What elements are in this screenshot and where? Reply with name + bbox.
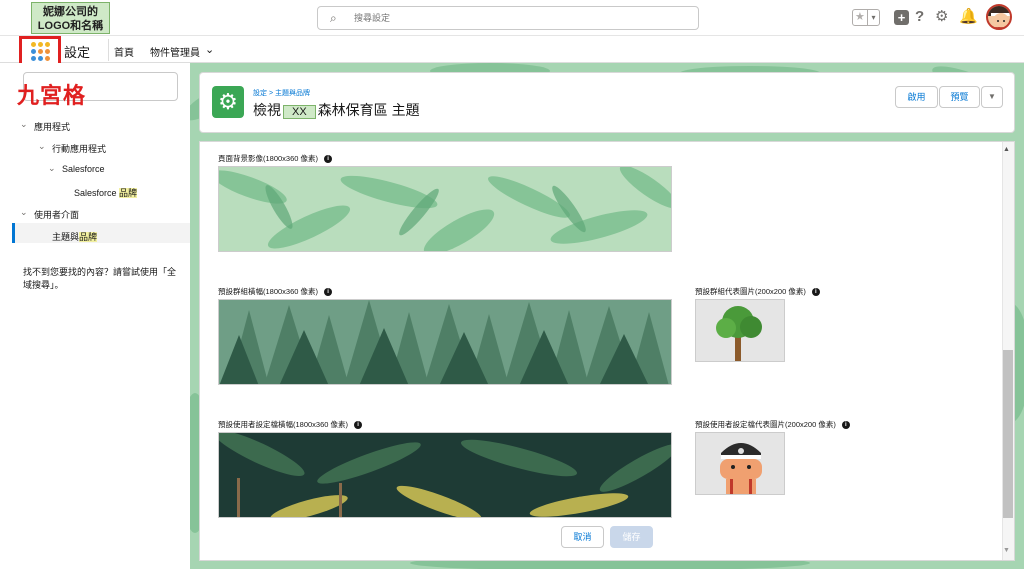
breadcrumb-themes-branding[interactable]: 主題與品牌 (275, 90, 310, 97)
app-name: 設定 (64, 45, 91, 60)
preview-button[interactable]: 預覽 (939, 86, 980, 108)
field-label: 預設使用者設定檔橫幅(1800x360 像素) (218, 420, 349, 429)
sidebar-item-apps[interactable]: 應用程式 (34, 120, 70, 133)
chevron-down-icon[interactable]: ⌄ (205, 43, 214, 56)
breadcrumb-setup[interactable]: 設定 (253, 90, 267, 97)
tab-home[interactable]: 首頁 (114, 44, 134, 59)
enable-button[interactable]: 啟用 (895, 86, 938, 108)
bell-icon[interactable]: 🔔 (959, 9, 978, 25)
sidebar-item-mobile-apps[interactable]: 行動應用程式 (52, 142, 106, 155)
field-label: 頁面背景影像(1800x360 像素) (218, 154, 319, 163)
chevron-down-icon[interactable]: ⌄ (20, 119, 28, 130)
search-highlight: 品牌 (119, 188, 138, 198)
setup-sidebar (0, 63, 190, 569)
chevron-down-icon[interactable]: ⌄ (38, 141, 46, 152)
star-icon: ★ (855, 11, 865, 23)
field-label: 預設群組橫幅(1800x360 像素) (218, 287, 319, 296)
page-background-image[interactable] (218, 166, 672, 252)
favorites-button[interactable]: ★ ▾ (852, 9, 880, 26)
scroll-down-icon[interactable]: ▼ (1003, 547, 1010, 554)
field-profile-banner: 預設使用者設定檔橫幅(1800x360 像素) i (218, 419, 363, 430)
field-group-avatar: 預設群組代表圖片(200x200 像素) i (695, 286, 820, 297)
help-icon[interactable]: ? (915, 9, 924, 25)
profile-avatar-image[interactable] (695, 432, 785, 495)
tab-object-manager[interactable]: 物件管理員 (150, 44, 200, 59)
selected-item-highlight (12, 223, 190, 243)
cancel-button[interactable]: 取消 (561, 526, 604, 548)
search-input[interactable] (354, 10, 654, 26)
waffle-annotation: 九宮格 (17, 83, 87, 108)
search-highlight: 品牌 (79, 232, 98, 242)
user-avatar[interactable] (986, 4, 1012, 30)
info-icon[interactable]: i (354, 421, 363, 430)
page-title: 檢視 XX 森林保育區 主題 (253, 100, 420, 120)
plus-icon: + (897, 10, 906, 25)
search-icon: ⌕ (330, 11, 337, 25)
field-page-background: 頁面背景影像(1800x360 像素) i (218, 153, 333, 164)
app-launcher-button[interactable] (19, 36, 61, 66)
info-icon[interactable]: i (324, 288, 333, 297)
more-actions-button[interactable]: ▼ (981, 86, 1003, 108)
save-button[interactable]: 儲存 (610, 526, 653, 548)
profile-banner-image[interactable] (218, 432, 672, 518)
logo-line-2: LOGO和名稱 (37, 20, 104, 32)
sidebar-item-themes-branding[interactable]: 主題與品牌 (52, 230, 98, 243)
global-actions-button[interactable]: + (894, 10, 909, 25)
info-icon[interactable]: i (841, 421, 850, 430)
breadcrumb: 設定 > 主題與品牌 (253, 88, 310, 98)
logo-line-1: 妮娜公司的 (43, 6, 98, 18)
sidebar-item-label: Salesforce (74, 188, 120, 198)
info-icon[interactable]: i (324, 155, 333, 164)
sidebar-item-label: 主題與 (52, 232, 80, 242)
gear-icon: ⚙ (212, 86, 244, 118)
redacted-name-badge: XX (283, 105, 316, 119)
setup-search[interactable]: ⌕ (317, 6, 699, 30)
scroll-up-icon[interactable]: ▲ (1003, 146, 1010, 153)
global-search-hint: 找不到您要找的內容？請嘗試使用「全域搜尋」。 (23, 267, 177, 290)
scrollbar-thumb[interactable] (1003, 350, 1013, 518)
field-label: 預設使用者設定檔代表圖片(200x200 像素) (695, 420, 836, 429)
info-icon[interactable]: i (811, 288, 820, 297)
page-title-suffix: 森林保育區 主題 (317, 102, 420, 118)
group-banner-image[interactable] (218, 299, 672, 385)
gear-icon[interactable]: ⚙ (935, 9, 948, 25)
sidebar-item-salesforce[interactable]: Salesforce (62, 164, 105, 174)
field-group-banner: 預設群組橫幅(1800x360 像素) i (218, 286, 333, 297)
group-avatar-image[interactable] (695, 299, 785, 362)
nav-divider (108, 39, 109, 61)
chevron-down-icon: ▼ (988, 92, 996, 101)
page-title-prefix: 檢視 (253, 102, 281, 118)
favorites-dropdown-icon[interactable]: ▾ (867, 10, 879, 25)
breadcrumb-separator: > (267, 90, 275, 97)
company-logo[interactable]: 妮娜公司的 LOGO和名稱 (31, 2, 110, 34)
field-label: 預設群組代表圖片(200x200 像素) (695, 287, 806, 296)
sidebar-item-user-interface[interactable]: 使用者介面 (34, 208, 79, 221)
sidebar-item-salesforce-branding[interactable]: Salesforce 品牌 (74, 186, 138, 199)
field-profile-avatar: 預設使用者設定檔代表圖片(200x200 像素) i (695, 419, 850, 430)
global-header: 妮娜公司的 LOGO和名稱 ⌕ ★ ▾ + ? ⚙ 🔔 (0, 0, 1024, 36)
chevron-down-icon[interactable]: ⌄ (48, 163, 56, 174)
chevron-down-icon[interactable]: ⌄ (20, 207, 28, 218)
